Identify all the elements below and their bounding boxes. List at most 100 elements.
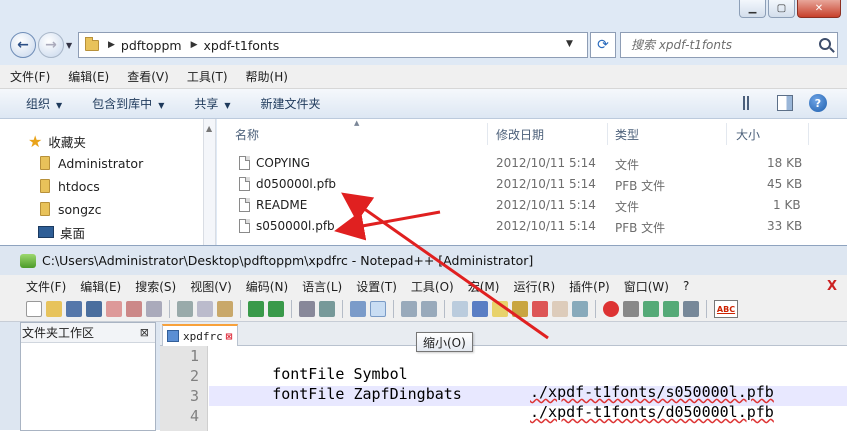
close-document-icon[interactable]: X	[827, 279, 837, 294]
share-label: 共享	[194, 97, 219, 111]
npp-menu-run[interactable]: 运行(R)	[513, 278, 555, 295]
spell-check-icon[interactable]: ABC	[714, 300, 738, 318]
sync-vertical-icon[interactable]	[401, 301, 417, 317]
preview-pane-icon[interactable]	[777, 95, 793, 111]
paste-icon[interactable]	[217, 301, 233, 317]
npp-menu-window[interactable]: 窗口(W)	[624, 278, 669, 295]
stop-macro-icon[interactable]	[623, 301, 639, 317]
organize-button[interactable]: 组织 ▼	[26, 95, 62, 112]
new-folder-button[interactable]: 新建文件夹	[261, 95, 321, 112]
column-name[interactable]: 名称	[235, 126, 259, 143]
column-divider[interactable]	[808, 123, 809, 145]
menu-file[interactable]: 文件(F)	[10, 68, 50, 85]
file-row[interactable]: COPYING 2012/10/11 5:14 文件 18 KB	[217, 153, 847, 174]
open-file-icon[interactable]	[46, 301, 62, 317]
nav-item-desktop[interactable]: 桌面	[0, 221, 85, 243]
npp-menu-macro[interactable]: 宏(M)	[468, 278, 500, 295]
share-button[interactable]: 共享 ▼	[194, 95, 230, 112]
tab-xpdfrc[interactable]: xpdfrc ⊠	[162, 324, 238, 346]
nav-item-administrator[interactable]: Administrator	[0, 152, 143, 174]
npp-menu-tools[interactable]: 工具(O)	[411, 278, 454, 295]
column-date[interactable]: 修改日期	[496, 126, 544, 143]
address-dropdown-icon[interactable]: ▼	[566, 39, 573, 49]
menu-view[interactable]: 查看(V)	[127, 68, 169, 85]
column-divider[interactable]	[726, 123, 727, 145]
menu-edit[interactable]: 编辑(E)	[68, 68, 109, 85]
search-input[interactable]	[629, 37, 809, 53]
change-view-icon[interactable]	[743, 96, 761, 110]
save-icon[interactable]	[66, 301, 82, 317]
column-divider[interactable]	[607, 123, 608, 145]
nav-favorites[interactable]: ★ 收藏夹	[0, 130, 86, 152]
minimize-button[interactable]: ▁	[739, 0, 766, 18]
breadcrumb-item[interactable]: xpdf-t1fonts	[204, 38, 280, 53]
code-editor[interactable]: 1 2 3 4 fontFile Symbol ./xpdf-t1fonts/s…	[160, 346, 847, 431]
menu-help[interactable]: 帮助(H)	[246, 68, 288, 85]
dropdown-arrow-icon: ▼	[56, 101, 63, 110]
column-divider[interactable]	[487, 123, 488, 145]
show-all-chars-icon[interactable]	[472, 301, 488, 317]
new-file-icon[interactable]	[26, 301, 42, 317]
workspace-header: 文件夹工作区	[21, 323, 155, 343]
back-button[interactable]: ←	[10, 32, 36, 58]
run-macro-multiple-icon[interactable]	[663, 301, 679, 317]
npp-menu-help[interactable]: ?	[683, 279, 689, 293]
breadcrumb-chevron-icon[interactable]: ▶	[108, 40, 115, 50]
tab-close-icon[interactable]: ⊠	[226, 330, 233, 343]
file-row[interactable]: d050000l.pfb 2012/10/11 5:14 PFB 文件 45 K…	[217, 174, 847, 195]
address-field[interactable]: ▶ pdftoppm ▶ xpdf-t1fonts	[78, 32, 588, 58]
history-dropdown-icon[interactable]: ▼	[66, 41, 72, 50]
copy-icon[interactable]	[197, 301, 213, 317]
npp-menu-edit[interactable]: 编辑(E)	[80, 278, 121, 295]
npp-menu-settings[interactable]: 设置(T)	[356, 278, 397, 295]
replace-icon[interactable]	[319, 301, 335, 317]
file-row[interactable]: README 2012/10/11 5:14 文件 1 KB	[217, 195, 847, 216]
save-all-icon[interactable]	[86, 301, 102, 317]
npp-menu-plugins[interactable]: 插件(P)	[569, 278, 610, 295]
print-icon[interactable]	[146, 301, 162, 317]
close-file-icon[interactable]	[106, 301, 122, 317]
indent-guide-icon[interactable]	[492, 301, 508, 317]
save-macro-icon[interactable]	[683, 301, 699, 317]
user-language-icon[interactable]	[512, 301, 528, 317]
find-icon[interactable]	[299, 301, 315, 317]
npp-menu-language[interactable]: 语言(L)	[302, 278, 342, 295]
zoom-in-icon[interactable]	[350, 301, 366, 317]
column-size[interactable]: 大小	[736, 126, 760, 143]
nav-item-songzc[interactable]: songzc	[0, 198, 101, 220]
refresh-button[interactable]: ⟳	[590, 32, 616, 58]
menu-tools[interactable]: 工具(T)	[187, 68, 228, 85]
close-button[interactable]: ✕	[797, 0, 841, 18]
cut-icon[interactable]	[177, 301, 193, 317]
close-all-icon[interactable]	[126, 301, 142, 317]
breadcrumb-chevron-icon[interactable]: ▶	[191, 40, 198, 50]
record-macro-icon[interactable]	[603, 301, 619, 317]
play-macro-icon[interactable]	[643, 301, 659, 317]
npp-menu-file[interactable]: 文件(F)	[26, 278, 66, 295]
code-line[interactable]: fontFile ZapfDingbats ./xpdf-t1fonts/d05…	[218, 367, 774, 439]
function-list-icon[interactable]	[552, 301, 568, 317]
search-box[interactable]	[620, 32, 838, 58]
column-type[interactable]: 类型	[615, 126, 639, 143]
workspace-close-icon[interactable]: ⊠	[140, 326, 149, 339]
npp-menu-view[interactable]: 视图(V)	[190, 278, 232, 295]
nav-item-htdocs[interactable]: htdocs	[0, 175, 100, 197]
zoom-out-icon[interactable]	[370, 301, 386, 317]
maximize-button[interactable]: ▢	[768, 0, 795, 18]
undo-icon[interactable]	[248, 301, 264, 317]
search-icon[interactable]	[819, 38, 831, 50]
scroll-up-icon[interactable]: ▲	[206, 124, 212, 133]
pane-splitter[interactable]	[204, 119, 216, 245]
doc-map-icon[interactable]	[532, 301, 548, 317]
npp-menu-encoding[interactable]: 编码(N)	[246, 278, 288, 295]
npp-menu-search[interactable]: 搜索(S)	[135, 278, 176, 295]
redo-icon[interactable]	[268, 301, 284, 317]
forward-button[interactable]: →	[38, 32, 64, 58]
sync-horizontal-icon[interactable]	[421, 301, 437, 317]
help-icon[interactable]: ?	[809, 94, 827, 112]
include-in-library-button[interactable]: 包含到库中 ▼	[92, 95, 164, 112]
word-wrap-icon[interactable]	[452, 301, 468, 317]
file-row[interactable]: s050000l.pfb 2012/10/11 5:14 PFB 文件 33 K…	[217, 216, 847, 237]
breadcrumb-item[interactable]: pdftoppm	[121, 38, 182, 53]
folder-workspace-icon[interactable]	[572, 301, 588, 317]
